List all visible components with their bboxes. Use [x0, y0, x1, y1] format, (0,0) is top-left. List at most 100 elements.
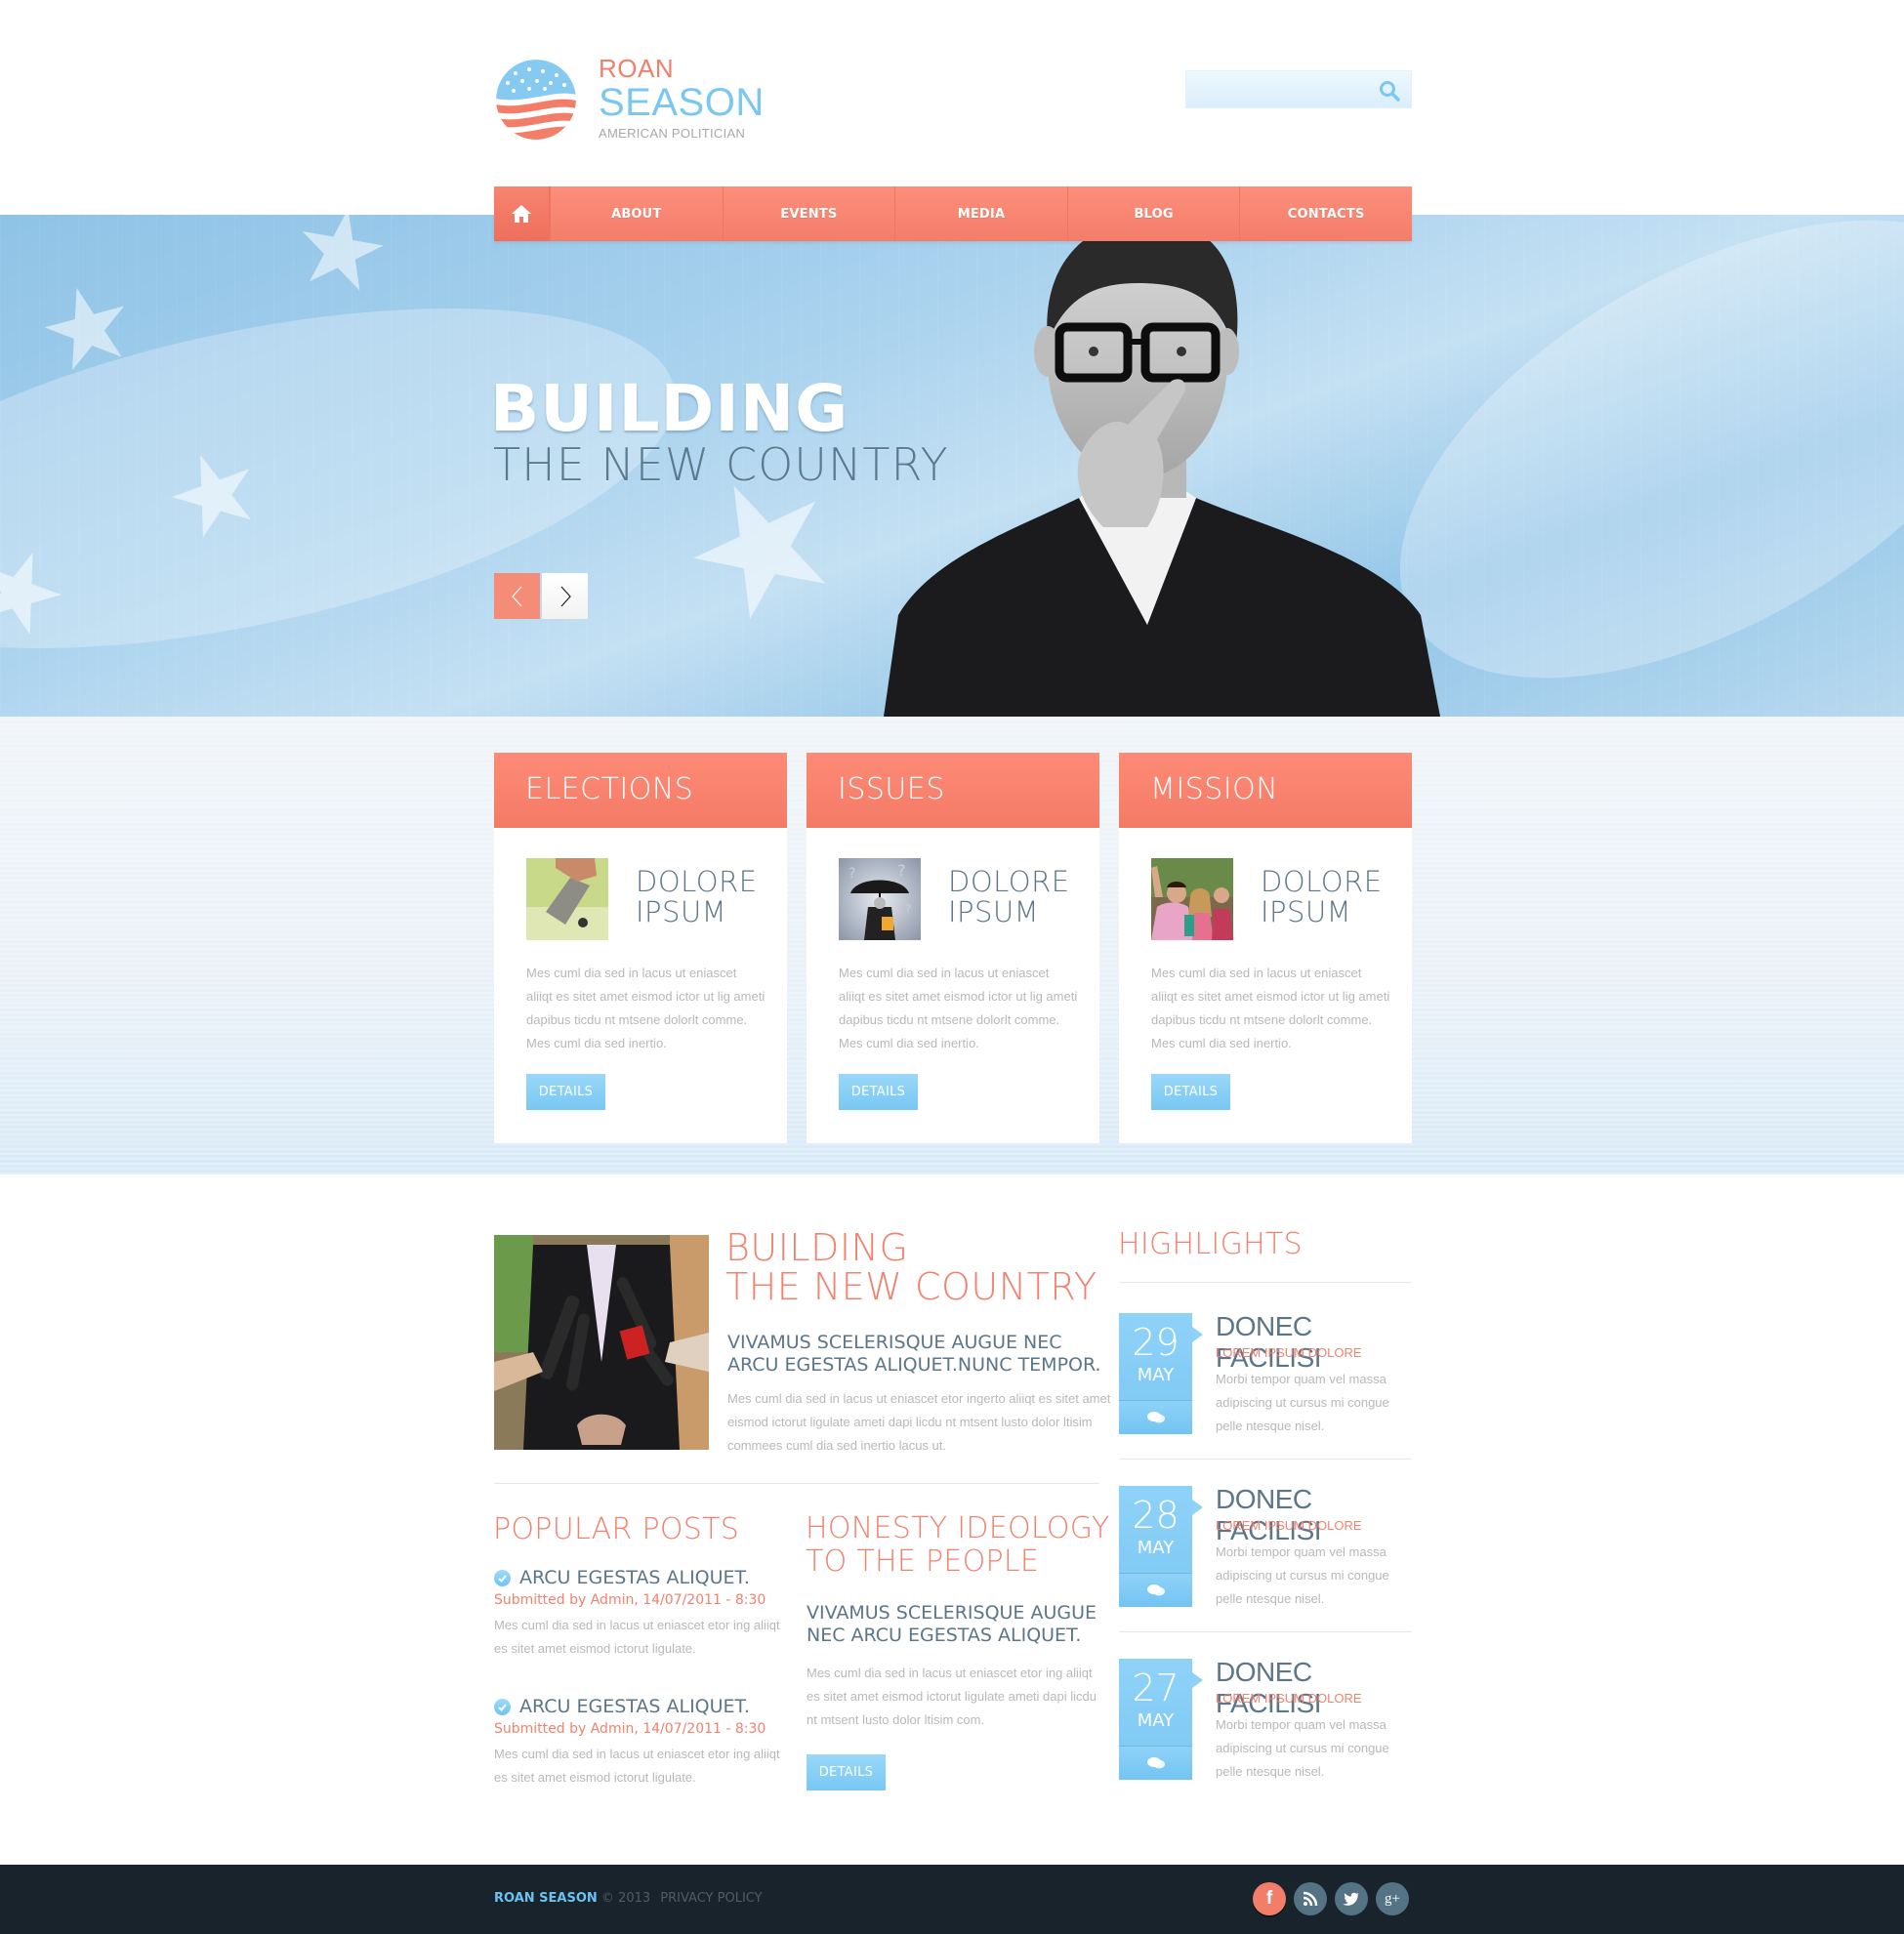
- date-badge: 27 MAY: [1119, 1659, 1203, 1780]
- google-plus-icon: g+: [1385, 1890, 1400, 1907]
- details-button[interactable]: DETAILS: [526, 1074, 605, 1110]
- post-meta: Submitted by Admin, 14/07/2011 - 8:30: [494, 1721, 766, 1737]
- comments-button[interactable]: [1119, 1400, 1192, 1434]
- highlight-title[interactable]: DONEC FACILISI: [1216, 1484, 1412, 1546]
- comments-icon: [1146, 1757, 1165, 1769]
- details-button[interactable]: DETAILS: [1151, 1074, 1230, 1110]
- card-title-line2: IPSUM: [636, 895, 727, 928]
- date-day: 27: [1132, 1667, 1180, 1709]
- search-input[interactable]: [1186, 71, 1372, 107]
- flag-globe-icon: [496, 60, 576, 140]
- feature-image-press: [494, 1235, 709, 1450]
- rss-button[interactable]: [1294, 1882, 1327, 1915]
- card-title: DOLORE IPSUM: [948, 867, 1070, 927]
- highlight-text: Morbi tempor quam vel massa adipiscing u…: [1216, 1372, 1389, 1433]
- feature-subtitle: VIVAMUS SCELERISQUE AUGUE NEC ARCU EGEST…: [727, 1332, 1101, 1376]
- highlight-text: Morbi tempor quam vel massa adipiscing u…: [1216, 1717, 1389, 1779]
- honesty-details-button[interactable]: DETAILS: [807, 1754, 886, 1790]
- twitter-icon: [1343, 1892, 1359, 1906]
- card-title-line1: DOLORE: [948, 865, 1070, 898]
- highlight-item: 27 MAY DONEC FACILISI LOREM IPSUM DOLORE…: [1119, 1657, 1412, 1781]
- section-divider: [494, 1483, 1099, 1484]
- svg-text:?: ?: [905, 902, 911, 916]
- chevron-left-icon: [511, 586, 521, 606]
- nav-about[interactable]: ABOUT: [550, 186, 723, 241]
- honesty-heading-line1: HONESTY IDEOLOGY: [806, 1511, 1110, 1545]
- facebook-icon: f: [1265, 1888, 1273, 1909]
- date-day: 28: [1132, 1494, 1180, 1537]
- date-day: 29: [1132, 1321, 1180, 1364]
- main-nav: ABOUT EVENTS MEDIA BLOG CONTACTS: [494, 186, 1412, 241]
- footer: ROAN SEASON © 2013 PRIVACY POLICY f g+: [0, 1865, 1904, 1934]
- svg-text:?: ?: [849, 866, 855, 882]
- google-plus-button[interactable]: g+: [1376, 1882, 1409, 1915]
- hero-subtitle: THE NEW COUNTRY: [493, 438, 949, 491]
- highlights-divider: [1119, 1459, 1412, 1460]
- card-text: Mes cuml dia sed in lacus ut eniascet al…: [1151, 966, 1390, 1050]
- hero-title: BUILDING: [490, 371, 849, 446]
- comments-icon: [1146, 1412, 1165, 1423]
- footer-copyright: ROAN SEASON © 2013 PRIVACY POLICY: [494, 1891, 763, 1906]
- card-elections: ELECTIONS DOLORE IPSUM Mes cuml dia sed …: [494, 753, 787, 1143]
- card-heading: ISSUES: [807, 753, 1099, 828]
- card-thumbnail-crowd: [1151, 858, 1233, 940]
- svg-text:?: ?: [897, 861, 906, 880]
- date-month: MAY: [1137, 1365, 1175, 1385]
- highlight-text: Morbi tempor quam vel massa adipiscing u…: [1216, 1544, 1389, 1606]
- honesty-subtitle: VIVAMUS SCELERISQUE AUGUE NEC ARCU EGEST…: [807, 1602, 1097, 1646]
- search-icon[interactable]: [1378, 79, 1401, 103]
- post-title-link[interactable]: ARCU EGESTAS ALIQUET.: [494, 1696, 787, 1717]
- card-title-line2: IPSUM: [948, 895, 1040, 928]
- facebook-button[interactable]: f: [1253, 1882, 1286, 1915]
- home-icon: [512, 205, 531, 223]
- check-icon: [494, 1569, 511, 1586]
- card-mission: MISSION DOLORE IPSUM Mes cuml dia sed in…: [1119, 753, 1412, 1143]
- nav-contacts[interactable]: CONTACTS: [1239, 186, 1412, 241]
- star-decoration: ★: [282, 215, 399, 319]
- highlight-item: 29 MAY DONEC FACILISI LOREM IPSUM DOLORE…: [1119, 1311, 1412, 1435]
- hero-slider: ★ ★ ★ ★ ★ BUILDING THE NEW COUNTRY: [0, 215, 1904, 717]
- date-badge: 28 MAY: [1119, 1486, 1203, 1607]
- comments-button[interactable]: [1119, 1573, 1192, 1607]
- popular-post-item: ARCU EGESTAS ALIQUET. Submitted by Admin…: [494, 1696, 787, 1790]
- nav-blog[interactable]: BLOG: [1066, 186, 1240, 241]
- highlight-subtitle: LOREM IPSUM DOLORE: [1216, 1691, 1362, 1706]
- nav-home[interactable]: [494, 186, 550, 241]
- feature-title-line2: THE NEW COUNTRY: [725, 1265, 1097, 1308]
- rss-icon: [1303, 1891, 1318, 1907]
- site-logo[interactable]: ROAN SEASON AMERICAN POLITICIAN: [493, 54, 786, 151]
- post-title-link[interactable]: ARCU EGESTAS ALIQUET.: [494, 1567, 787, 1588]
- card-thumbnail-ballot: [526, 858, 608, 940]
- footer-brand-link[interactable]: ROAN SEASON: [494, 1891, 598, 1906]
- highlight-title[interactable]: DONEC FACILISI: [1216, 1657, 1412, 1719]
- date-month: MAY: [1137, 1710, 1175, 1731]
- comments-button[interactable]: [1119, 1746, 1192, 1780]
- highlight-title[interactable]: DONEC FACILISI: [1216, 1311, 1412, 1374]
- feature-text: Mes cuml dia sed in lacus ut eniascet et…: [727, 1391, 1111, 1453]
- highlight-subtitle: LOREM IPSUM DOLORE: [1216, 1345, 1362, 1360]
- date-month: MAY: [1137, 1538, 1175, 1558]
- search-box: [1185, 70, 1412, 108]
- slider-prev-button[interactable]: [494, 573, 540, 619]
- details-button[interactable]: DETAILS: [839, 1074, 918, 1110]
- privacy-policy-link[interactable]: PRIVACY POLICY: [660, 1891, 762, 1906]
- nav-events[interactable]: EVENTS: [722, 186, 895, 241]
- date-badge: 29 MAY: [1119, 1313, 1203, 1434]
- post-title: ARCU EGESTAS ALIQUET.: [519, 1696, 750, 1717]
- twitter-button[interactable]: [1335, 1882, 1368, 1915]
- honesty-heading-line2: TO THE PEOPLE: [806, 1544, 1040, 1579]
- card-title-line1: DOLORE: [1261, 865, 1383, 898]
- post-title: ARCU EGESTAS ALIQUET.: [519, 1567, 750, 1588]
- post-text: Mes cuml dia sed in lacus ut eniascet et…: [494, 1747, 780, 1785]
- popular-post-item: ARCU EGESTAS ALIQUET. Submitted by Admin…: [494, 1567, 787, 1661]
- card-text: Mes cuml dia sed in lacus ut eniascet al…: [839, 966, 1078, 1050]
- card-title-line1: DOLORE: [636, 865, 758, 898]
- logo-line1: ROAN: [599, 54, 675, 83]
- nav-media[interactable]: MEDIA: [894, 186, 1067, 241]
- copyright-text: © 2013: [600, 1891, 651, 1906]
- card-heading: ELECTIONS: [494, 753, 787, 828]
- post-text: Mes cuml dia sed in lacus ut eniascet et…: [494, 1618, 780, 1656]
- slider-next-button[interactable]: [542, 573, 588, 619]
- check-icon: [494, 1698, 511, 1715]
- card-title: DOLORE IPSUM: [636, 867, 758, 927]
